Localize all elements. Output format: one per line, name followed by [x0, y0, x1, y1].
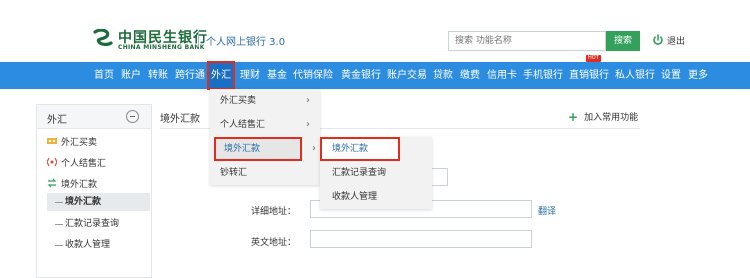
english-address-field[interactable]: [310, 230, 532, 248]
sidebar-item-settlement[interactable]: 个人结售汇: [47, 154, 106, 170]
nav-item-interbank[interactable]: 跨行通: [175, 62, 205, 89]
site-title: 个人网上银行 3.0: [206, 37, 286, 48]
nav-item-wealth[interactable]: 理财: [240, 62, 260, 89]
nav-item-account-trade[interactable]: 账户交易: [387, 62, 427, 89]
sidebar-header[interactable]: 外汇: [37, 105, 151, 129]
menu-item-cash-to-remit[interactable]: 钞转汇: [210, 161, 320, 185]
submenu-item-payee-manage[interactable]: 收款人管理: [320, 185, 432, 209]
nav-item-transfer[interactable]: 转账: [148, 62, 168, 89]
minsheng-logo-icon: [93, 29, 113, 46]
sidebar-item-label: 外汇买卖: [61, 137, 98, 148]
nav-item-credit-card[interactable]: 信用卡: [487, 62, 517, 89]
logout-label: 退出: [667, 36, 686, 47]
nav-item-loan[interactable]: 贷款: [433, 62, 453, 89]
sidebar-subitem-payee-manage[interactable]: 收款人管理: [51, 236, 110, 254]
sidebar-item-label: 个人结售汇: [61, 158, 107, 169]
nav-item-settings[interactable]: 设置: [661, 62, 681, 89]
transfer-icon: [47, 178, 57, 188]
nav-item-payment[interactable]: 缴费: [460, 62, 480, 89]
power-icon: [653, 34, 663, 45]
english-address-label: 英文地址：: [250, 238, 296, 248]
nav-item-direct-bank[interactable]: 直销银行 HOT: [569, 55, 609, 89]
submenu-item-overseas-remit[interactable]: 境外汇款: [320, 137, 400, 161]
menu-item-overseas-remit[interactable]: 境外汇款 ›: [214, 137, 316, 161]
menu-item-label: 钞转汇: [220, 168, 248, 178]
remit-submenu: 境外汇款 汇款记录查询 收款人管理: [320, 137, 432, 209]
sidebar-item-overseas-remit[interactable]: 境外汇款: [47, 175, 97, 191]
plus-icon: +: [568, 109, 579, 124]
nav-item-account[interactable]: 账户: [121, 62, 141, 89]
sidebar-item-label: 境外汇款: [61, 179, 98, 190]
hot-badge: HOT: [586, 55, 601, 62]
sidebar-subitem-overseas-remit[interactable]: 境外汇款: [47, 193, 150, 211]
nav-item-more[interactable]: 更多: [688, 62, 708, 89]
address-label: 详细地址：: [250, 207, 296, 217]
collapse-icon[interactable]: [126, 110, 139, 123]
add-common-label: 加入常用功能: [584, 113, 639, 123]
search-button[interactable]: 搜索: [606, 31, 640, 51]
bank-name-en: CHINA MINSHENG BANK: [118, 44, 205, 51]
search-input[interactable]: [448, 31, 606, 51]
nav-item-mobile-bank[interactable]: 手机银行: [523, 62, 563, 89]
header-divider: [198, 31, 199, 47]
nav-item-home[interactable]: 首页: [94, 62, 114, 89]
translate-link[interactable]: 翻译: [538, 204, 556, 217]
add-common-function-button[interactable]: + 加入常用功能: [568, 109, 639, 124]
submenu-item-remit-records[interactable]: 汇款记录查询: [320, 161, 432, 185]
menu-item-settlement[interactable]: 个人结售汇 ›: [210, 113, 320, 137]
sidebar-title: 外汇: [47, 115, 67, 126]
forex-dropdown-menu: 外汇买卖 › 个人结售汇 › 境外汇款 › 钞转汇: [210, 89, 320, 185]
menu-item-label: 外汇买卖: [220, 96, 257, 106]
nav-item-gold[interactable]: 黄金银行: [341, 62, 381, 89]
sidebar-item-forex-trade[interactable]: 外汇买卖: [47, 133, 97, 149]
nav-item-insurance[interactable]: 代销保险: [293, 62, 333, 89]
chevron-right-icon: ›: [312, 143, 316, 154]
nav-item-private-bank[interactable]: 私人银行: [615, 62, 655, 89]
sidebar: 外汇 外汇买卖 个人结售汇 境外汇款 境外汇款 汇款记录查询 收款人管理: [36, 104, 152, 278]
header: 中国民生银行 CHINA MINSHENG BANK 个人网上银行 3.0 搜索…: [0, 0, 750, 62]
menu-item-forex-trade[interactable]: 外汇买卖 ›: [210, 89, 320, 113]
currency-icon: [47, 157, 57, 167]
logout-button[interactable]: 退出: [652, 32, 685, 48]
nav-item-direct-bank-label: 直销银行: [569, 70, 609, 81]
menu-item-label: 个人结售汇: [220, 120, 266, 130]
sidebar-subitem-remit-records[interactable]: 汇款记录查询: [51, 215, 119, 233]
exchange-icon: [47, 138, 57, 144]
chevron-right-icon: ›: [306, 119, 310, 130]
chevron-right-icon: ›: [306, 95, 310, 106]
main-nav: 首页 账户 转账 跨行通 外汇 理财 基金 代销保险 黄金银行 账户交易 贷款 …: [0, 55, 750, 90]
menu-item-label: 境外汇款: [224, 144, 261, 154]
nav-item-fund[interactable]: 基金: [267, 62, 287, 89]
page-title: 境外汇款: [160, 114, 200, 125]
nav-item-forex[interactable]: 外汇: [207, 61, 235, 90]
